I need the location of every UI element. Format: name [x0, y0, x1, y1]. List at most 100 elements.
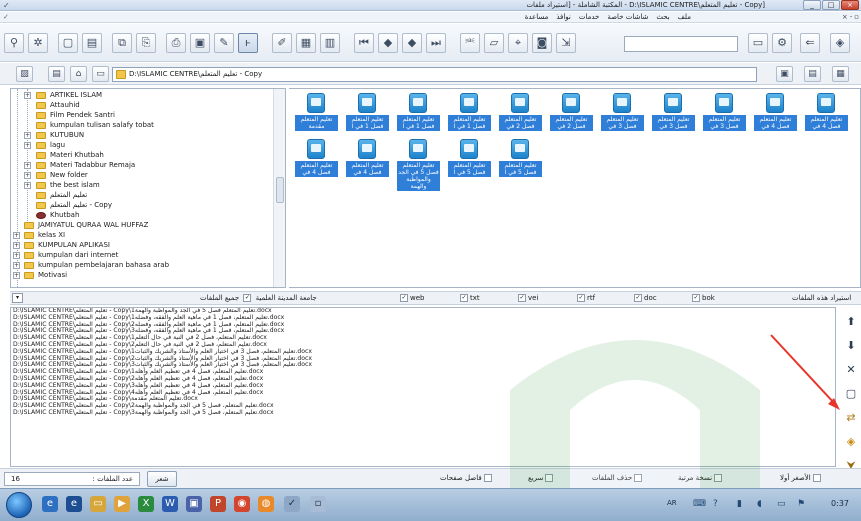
mdi-restore-button[interactable]: ▫ — [854, 13, 859, 21]
menu-services[interactable]: خدمات — [579, 13, 599, 21]
expand-icon[interactable]: + — [13, 252, 20, 259]
checkbox[interactable] — [545, 474, 554, 482]
filter-vei[interactable]: ✓ vei — [516, 294, 538, 302]
powerpoint-icon[interactable]: P — [210, 496, 226, 512]
filter-rtf[interactable]: ✓ rtf — [575, 294, 595, 302]
list-icon[interactable]: ▤ — [82, 33, 102, 53]
binoculars-icon[interactable]: ⌖ — [508, 33, 528, 53]
prev-icon[interactable]: ◆ — [378, 33, 398, 53]
web-checkbox[interactable]: ✓ — [400, 294, 408, 302]
expand-icon[interactable]: + — [13, 242, 20, 249]
app-icon-2[interactable]: ▣ — [186, 496, 202, 512]
convert-icon[interactable]: ⇄ — [842, 409, 860, 427]
minimize-button[interactable]: _ — [803, 0, 821, 10]
help-icon[interactable]: ? — [713, 499, 718, 509]
files-grid[interactable]: تعليم المتعلم مقدمة تعليم المتعلم فصل 1 … — [289, 88, 861, 288]
excel-icon[interactable]: X — [138, 496, 154, 512]
expand-icon[interactable]: + — [13, 232, 20, 239]
checkbox[interactable] — [812, 474, 821, 482]
file-item[interactable]: تعليم المتعلم فصل 4 في — [803, 91, 850, 149]
edit-doc-icon[interactable]: ✐ — [272, 33, 292, 53]
menu-windows[interactable]: نوافذ — [556, 13, 571, 21]
file-item[interactable]: تعليم المتعلم فصل 5 في ا — [446, 137, 493, 195]
option-copy[interactable]: نسخة مرتبة — [678, 474, 723, 482]
menu-help[interactable]: مساعدة — [525, 13, 549, 21]
battery-icon[interactable]: ▭ — [777, 499, 786, 509]
expand-icon[interactable]: + — [24, 142, 31, 149]
view-list-icon[interactable]: ▤ — [804, 66, 821, 82]
last-icon[interactable]: ⏭ — [426, 33, 446, 53]
expand-icon[interactable]: + — [13, 272, 20, 279]
keyboard-icon[interactable]: ⌨ — [693, 499, 706, 509]
checkbox[interactable] — [483, 474, 492, 482]
mdi-close-button[interactable]: × — [842, 13, 848, 21]
file-item[interactable]: تعليم المتعلم فصل 4 في — [344, 137, 391, 195]
first-icon[interactable]: ⏮ — [354, 33, 374, 53]
expand-icon[interactable]: + — [24, 92, 31, 99]
view-details-icon[interactable]: ▦ — [832, 66, 849, 82]
file-item[interactable]: تعليم المتعلم فصل 5 في ا — [497, 137, 544, 195]
next-icon[interactable]: ◆ — [402, 33, 422, 53]
expand-icon[interactable]: + — [24, 172, 31, 179]
ie-icon[interactable]: e — [42, 496, 58, 512]
tag-icon[interactable]: ◈ — [842, 433, 860, 451]
all-files-filter[interactable]: جامعة المدينة العلمية ✓ جميع الملفات — [200, 294, 317, 302]
expand-icon[interactable]: + — [13, 262, 20, 269]
menu-special-screens[interactable]: شاشات خاصة — [607, 13, 648, 21]
selected-files-list[interactable]: D:\ISLAMIC CENTRE\تعليم المتعلم - Copy\ت… — [10, 307, 836, 467]
expand-icon[interactable]: + — [24, 182, 31, 189]
expand-icon[interactable]: + — [24, 132, 31, 139]
bok-checkbox[interactable]: ✓ — [692, 294, 700, 302]
tools-icon[interactable]: ✲ — [28, 33, 48, 53]
copy-icon[interactable]: ⧉ — [112, 33, 132, 53]
option-fast[interactable]: سريع — [528, 474, 554, 482]
forward-icon[interactable]: ◈ — [830, 33, 850, 53]
chevron-down-icon[interactable]: ▾ — [12, 293, 23, 303]
explorer-icon[interactable]: ▭ — [90, 496, 106, 512]
settings-icon[interactable]: ⚙ — [772, 33, 792, 53]
export-icon[interactable]: ⇲ — [556, 33, 576, 53]
scrollbar-thumb[interactable] — [276, 177, 284, 203]
brush-icon[interactable]: ⱶ — [238, 33, 258, 53]
open-folder-icon[interactable]: ▱ — [484, 33, 504, 53]
close-button[interactable]: × — [841, 0, 859, 10]
language-indicator[interactable]: AR — [667, 499, 677, 507]
go-button[interactable]: شعر — [147, 471, 177, 487]
vei-checkbox[interactable]: ✓ — [518, 294, 526, 302]
checkbox[interactable] — [714, 474, 723, 482]
menu-file[interactable]: ملف — [678, 13, 691, 21]
media-icon[interactable]: ▶ — [114, 496, 130, 512]
filter-doc[interactable]: ✓ doc — [632, 294, 657, 302]
list-item[interactable]: D:\ISLAMIC CENTRE\تعليم المتعلم - Copy\ت… — [11, 409, 835, 417]
option-delete-files[interactable]: حذف الملفات — [592, 474, 643, 482]
save-icon[interactable]: ◙ — [532, 33, 552, 53]
move-down-icon[interactable]: ⬇ — [842, 337, 860, 355]
table-icon[interactable]: ▦ — [296, 33, 316, 53]
bookmark-icon[interactable]: ⎃ — [460, 33, 480, 53]
filter-web[interactable]: ✓ web — [398, 294, 424, 302]
file-item[interactable]: تعليم المتعلم فصل 2 في — [548, 91, 595, 149]
filter-bok[interactable]: ✓ bok — [690, 294, 715, 302]
folder-icon[interactable]: ▭ — [92, 66, 109, 82]
doc-checkbox[interactable]: ✓ — [634, 294, 642, 302]
print-icon[interactable]: ⎙ — [166, 33, 186, 53]
folder-open-icon[interactable]: ▭ — [748, 33, 768, 53]
menu-search[interactable]: بحث — [656, 13, 669, 21]
move-up-icon[interactable]: ⬆ — [842, 313, 860, 331]
rtf-checkbox[interactable]: ✓ — [577, 294, 585, 302]
tree-scrollbar[interactable] — [273, 89, 285, 287]
toolbar-search-input[interactable] — [624, 36, 738, 52]
paste-icon[interactable]: ⎘ — [136, 33, 156, 53]
new-page-icon[interactable]: ▢ — [842, 385, 860, 403]
flag-icon[interactable]: ⚑ — [797, 499, 805, 509]
option-smaller-first[interactable]: الأصغر أولا — [780, 474, 821, 482]
mdi-minimize-button[interactable]: - — [850, 13, 853, 21]
up-folder-icon[interactable]: ⌂ — [70, 66, 87, 82]
remove-icon[interactable]: ✕ — [842, 361, 860, 379]
drive-icon[interactable]: ▤ — [48, 66, 65, 82]
folder-tree[interactable]: + ARTIKEL ISLAM Attauhid Film Pendek San… — [10, 88, 286, 288]
word-icon[interactable]: W — [162, 496, 178, 512]
file-item[interactable]: تعليم المتعلم فصل 3 في — [599, 91, 646, 149]
checkbox[interactable] — [634, 474, 643, 482]
expand-icon[interactable]: + — [24, 162, 31, 169]
